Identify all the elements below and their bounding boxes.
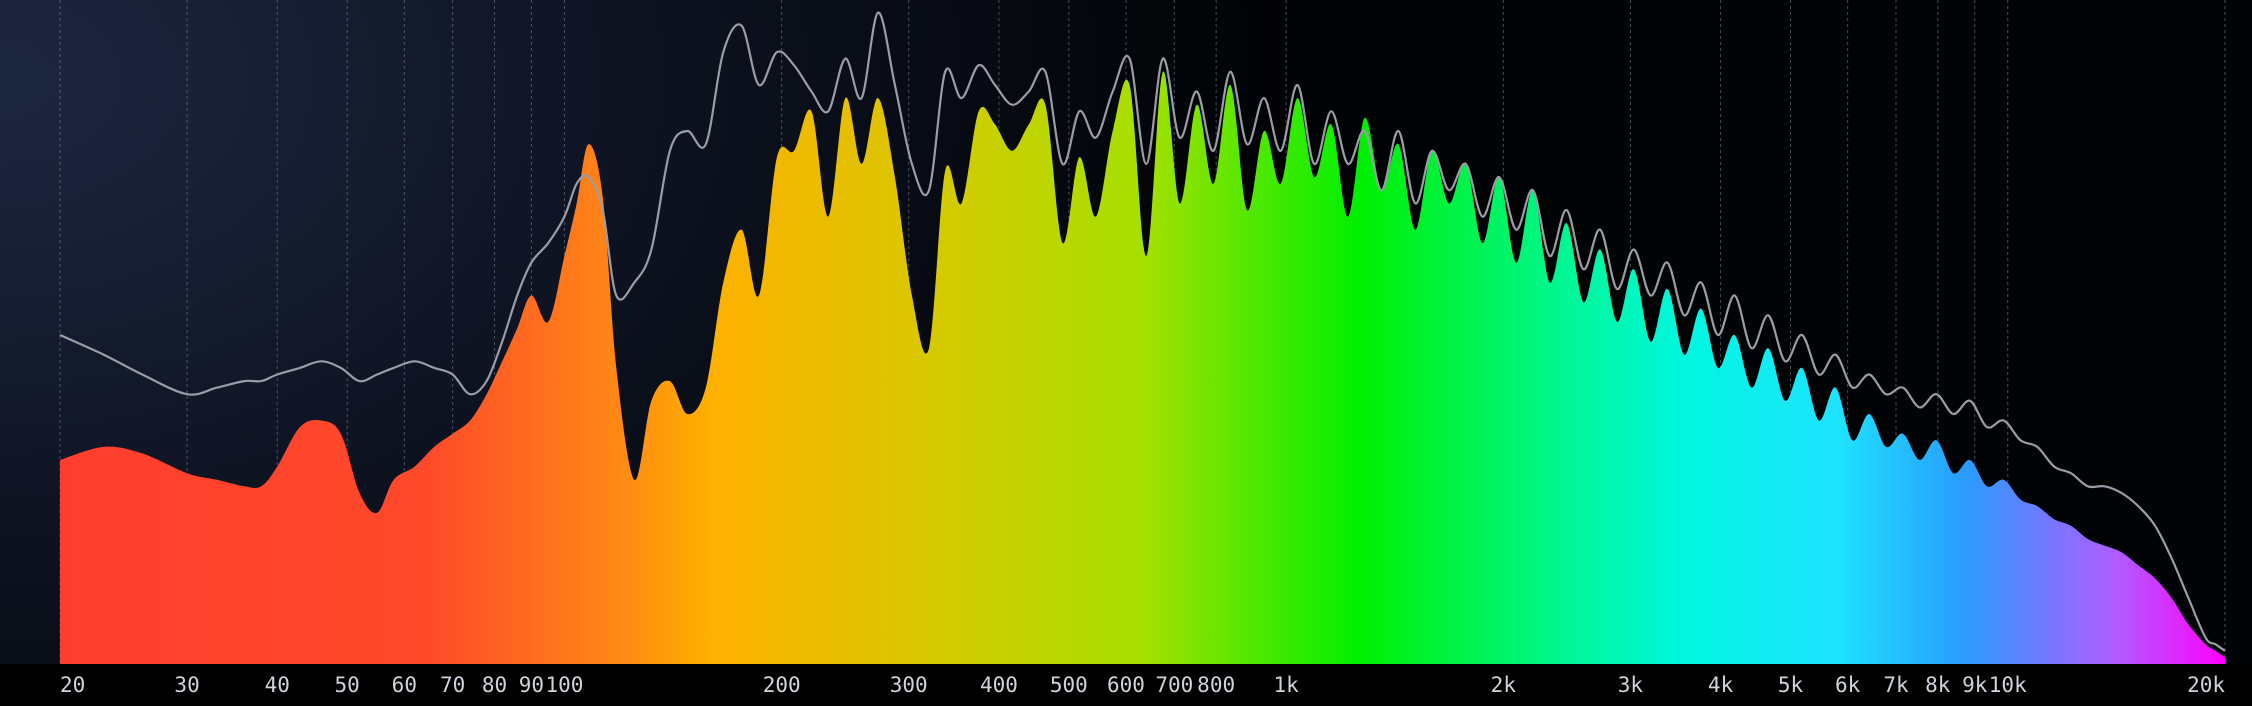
x-tick-label: 100	[545, 673, 583, 697]
x-tick-label: 400	[980, 673, 1018, 697]
x-tick-label: 20k	[2187, 673, 2225, 697]
x-tick-label: 2k	[1491, 673, 1517, 697]
x-tick-label: 5k	[1778, 673, 1804, 697]
x-tick-label: 6k	[1835, 673, 1861, 697]
spectrum-analyzer: 20 30 40 50 60 70 80 90 100 200 300 400 500 600 700 800…	[0, 0, 2252, 706]
x-tick-label: 60	[392, 673, 417, 697]
x-tick-label: 70	[440, 673, 465, 697]
x-tick-label: 7k	[1883, 673, 1909, 697]
x-tick-label: 10k	[1989, 673, 2027, 697]
x-tick-label: 8k	[1925, 673, 1951, 697]
x-tick-label: 30	[174, 673, 199, 697]
x-tick-label: 700	[1155, 673, 1193, 697]
x-tick-label: 1k	[1273, 673, 1299, 697]
x-tick-label: 500	[1050, 673, 1088, 697]
x-tick-label: 50	[335, 673, 360, 697]
x-tick-label: 9k	[1962, 673, 1988, 697]
x-tick-label: 20	[60, 673, 85, 697]
x-tick-label: 200	[763, 673, 801, 697]
x-tick-label: 4k	[1708, 673, 1734, 697]
x-tick-label: 3k	[1618, 673, 1644, 697]
x-tick-label: 40	[265, 673, 290, 697]
x-tick-label: 800	[1197, 673, 1235, 697]
x-tick-label: 80	[482, 673, 507, 697]
x-tick-label: 600	[1107, 673, 1145, 697]
x-tick-label: 90	[519, 673, 544, 697]
x-tick-label: 300	[890, 673, 928, 697]
